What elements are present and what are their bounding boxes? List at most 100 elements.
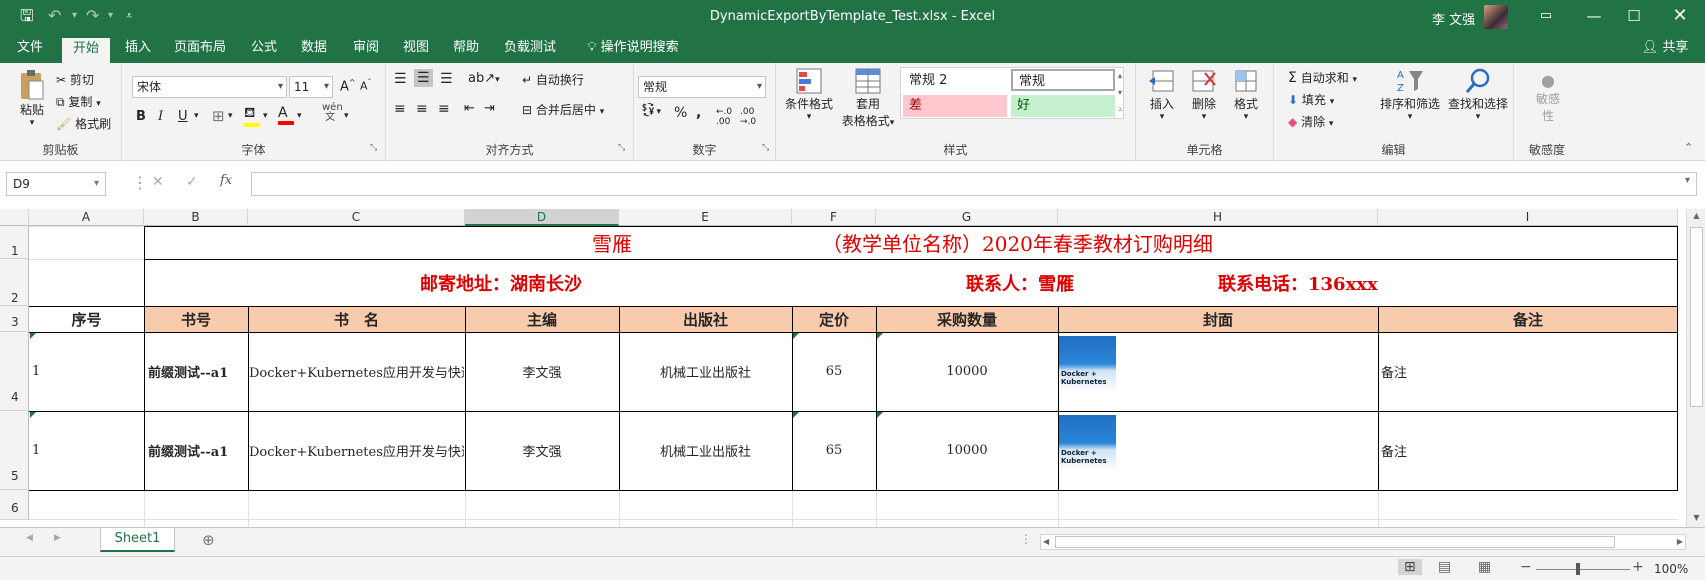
cell-editor-2[interactable]: 李文强 <box>465 411 619 490</box>
conditional-formatting-button[interactable]: 条件格式 ▾ <box>784 67 834 122</box>
expand-formula-icon[interactable]: ▾ <box>1685 175 1690 186</box>
zoom-slider-track[interactable] <box>1536 569 1630 570</box>
tab-load-test[interactable]: 负载测试 <box>500 33 560 63</box>
cell-price-1[interactable]: 65 <box>792 332 876 411</box>
decrease-decimal-icon[interactable]: .00 →.0 <box>740 107 756 127</box>
percent-style-icon[interactable]: % <box>674 105 687 121</box>
cell-quantity-2[interactable]: 10000 <box>876 411 1058 490</box>
decrease-indent-icon[interactable]: ⇤ <box>464 101 475 116</box>
header-publisher[interactable]: 出版社 <box>619 306 792 332</box>
decrease-font-icon[interactable]: Aˇ <box>360 78 372 93</box>
next-sheet-icon[interactable]: ▶ <box>54 533 61 543</box>
address-text[interactable]: 邮寄地址：湖南长沙 <box>420 259 640 306</box>
cell-editor-1[interactable]: 李文强 <box>465 332 619 411</box>
worksheet-grid[interactable]: A B C D E F G H I 1 2 3 4 5 6 序号 书号 书 名 … <box>0 209 1705 527</box>
column-header-i[interactable]: I <box>1378 209 1678 226</box>
confirm-entry-icon[interactable]: ✓ <box>186 174 198 190</box>
select-all-corner[interactable] <box>0 209 29 226</box>
borders-icon[interactable]: ⊞ <box>212 107 225 125</box>
font-name-select[interactable]: 宋体 <box>132 76 287 98</box>
zoom-out-icon[interactable]: − <box>1520 559 1532 575</box>
row-header-4[interactable]: 4 <box>0 332 29 411</box>
header-seq[interactable]: 序号 <box>29 306 144 332</box>
tab-data[interactable]: 数据 <box>294 33 334 63</box>
merge-center-button[interactable]: ⊟ 合并后居中 ▾ <box>522 101 604 118</box>
autosum-button[interactable]: Σ 自动求和 ▾ <box>1288 69 1357 86</box>
cut-button[interactable]: ✂ 剪切 <box>56 71 94 88</box>
phonetic-guide-icon[interactable]: wén 文 <box>322 103 343 123</box>
sort-filter-button[interactable]: AZ 排序和筛选 ▾ <box>1378 67 1442 122</box>
style-bad[interactable]: 差 <box>903 95 1007 117</box>
align-top-icon[interactable]: ☰ <box>394 71 407 87</box>
align-right-icon[interactable]: ≡ <box>438 101 450 117</box>
font-color-button[interactable]: A <box>278 105 294 125</box>
scroll-left-icon[interactable]: ◀ <box>1043 535 1049 549</box>
align-bottom-icon[interactable]: ☰ <box>440 71 453 87</box>
column-header-f[interactable]: F <box>792 209 876 226</box>
align-center-icon[interactable]: ≡ <box>416 101 428 117</box>
underline-dropdown-icon[interactable]: ▾ <box>194 111 199 121</box>
tab-file[interactable]: 文件 <box>10 33 50 63</box>
column-header-h[interactable]: H <box>1058 209 1378 226</box>
tab-insert[interactable]: 插入 <box>118 33 158 63</box>
paste-button[interactable]: 粘贴 ▾ <box>14 69 50 128</box>
styles-scroll-icon[interactable]: ▴ ▾ ⩡ <box>1118 67 1123 118</box>
cell-isbn-1[interactable]: 前缀测试--a1 <box>148 332 246 411</box>
vertical-scrollbar[interactable]: ▲ ▼ <box>1686 209 1705 527</box>
insert-cells-button[interactable]: 插入 ▾ <box>1142 67 1182 122</box>
collapse-ribbon-icon[interactable]: ⌃ <box>1684 141 1693 154</box>
avatar[interactable] <box>1484 5 1508 29</box>
style-good[interactable]: 好 <box>1011 95 1115 117</box>
phone-text[interactable]: 联系电话：136xxx <box>1218 259 1438 306</box>
phonetic-dropdown-icon[interactable]: ▾ <box>344 111 349 121</box>
cell-quantity-1[interactable]: 10000 <box>876 332 1058 411</box>
alignment-dialog-launcher-icon[interactable]: ⤡ <box>618 143 625 153</box>
cell-book-name-2[interactable]: Docker+Kubernetes应用开发与快速上手 <box>249 411 464 490</box>
tab-help[interactable]: 帮助 <box>446 33 486 63</box>
style-normal[interactable]: 常规 <box>1011 69 1115 91</box>
underline-button[interactable]: U <box>178 109 188 124</box>
increase-font-icon[interactable]: A^ <box>340 78 356 94</box>
previous-sheet-icon[interactable]: ◀ <box>26 533 33 543</box>
maximize-button[interactable]: ☐ <box>1614 4 1654 28</box>
header-quantity[interactable]: 采购数量 <box>876 306 1058 332</box>
page-layout-view-icon[interactable]: ▤ <box>1438 559 1451 575</box>
minimize-button[interactable]: — <box>1574 4 1614 28</box>
format-as-table-button[interactable]: 套用 表格格式▾ <box>838 67 898 129</box>
title-name[interactable]: 雪雁 <box>592 226 672 259</box>
orientation-icon[interactable]: ab↗▾ <box>468 71 500 86</box>
close-button[interactable]: ✕ <box>1660 4 1700 28</box>
row-header-6[interactable]: 6 <box>0 490 29 520</box>
tab-view[interactable]: 视图 <box>396 33 436 63</box>
normal-view-icon[interactable]: ⊞ <box>1398 559 1422 575</box>
wrap-text-button[interactable]: ↵ 自动换行 <box>522 71 584 88</box>
scroll-down-icon[interactable]: ▼ <box>1687 513 1705 522</box>
column-header-c[interactable]: C <box>248 209 465 226</box>
copy-button[interactable]: ⧉ 复制 ▾ <box>56 93 101 110</box>
increase-decimal-icon[interactable]: ←.0.00 <box>716 107 732 127</box>
cell-book-name-1[interactable]: Docker+Kubernetes应用开发与快速上手 <box>249 332 464 411</box>
formula-input[interactable]: ▾ <box>251 172 1697 196</box>
tab-review[interactable]: 审阅 <box>346 33 386 63</box>
sensitivity-button[interactable]: ● 敏感 性 <box>1528 71 1568 124</box>
row-header-5[interactable]: 5 <box>0 411 29 490</box>
accounting-format-icon[interactable]: 💱︎▾ <box>640 103 661 118</box>
horizontal-scrollbar[interactable]: ◀ ▶ <box>1040 534 1686 550</box>
insert-function-icon[interactable]: fx <box>220 173 232 188</box>
cell-publisher-1[interactable]: 机械工业出版社 <box>619 332 792 411</box>
bold-button[interactable]: B <box>136 109 146 124</box>
header-price[interactable]: 定价 <box>792 306 876 332</box>
book-cover-image-1[interactable]: Docker + Kubernetes <box>1058 336 1116 392</box>
tab-split-handle[interactable]: ⋮ <box>1020 532 1032 546</box>
delete-cells-button[interactable]: 删除 ▾ <box>1184 67 1224 122</box>
sheet-tab-sheet1[interactable]: Sheet1 <box>100 528 175 552</box>
zoom-level[interactable]: 100% <box>1654 562 1688 576</box>
style-normal-2[interactable]: 常规 2 <box>903 70 1007 92</box>
zoom-in-icon[interactable]: + <box>1632 559 1644 575</box>
fill-button[interactable]: ⬇ 填充 ▾ <box>1288 91 1334 108</box>
column-header-d[interactable]: D <box>465 209 619 226</box>
contact-text[interactable]: 联系人：雪雁 <box>966 259 1126 306</box>
font-size-select[interactable]: 11 <box>289 76 333 98</box>
find-select-button[interactable]: 查找和选择 ▾ <box>1446 67 1510 122</box>
row-header-1[interactable]: 1 <box>0 226 29 259</box>
